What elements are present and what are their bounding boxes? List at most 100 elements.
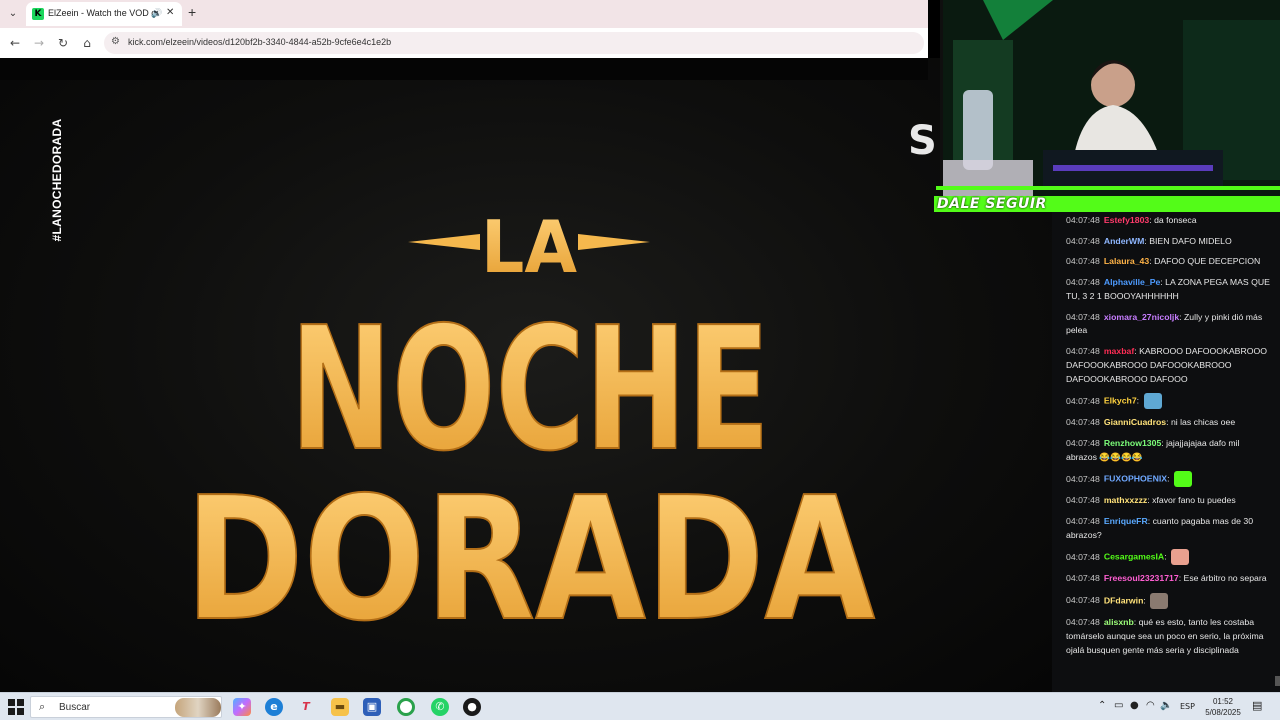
chat-timestamp: 04:07:48	[1066, 595, 1100, 606]
site-info-icon[interactable]: ⚙	[111, 36, 120, 47]
chat-username[interactable]: alisxnb	[1104, 617, 1134, 627]
chat-timestamp: 04:07:48	[1066, 551, 1100, 562]
webcam-frame-accent	[936, 186, 1280, 190]
chat-text: xfavor fano tu puedes	[1152, 495, 1236, 506]
chat-username[interactable]: AnderWM	[1104, 236, 1145, 246]
notifications-icon[interactable]: ▤	[1252, 699, 1262, 712]
chat-username[interactable]: GianniCuadros	[1104, 417, 1166, 427]
store-app-icon[interactable]: ▣	[363, 698, 381, 716]
search-placeholder: Buscar	[59, 702, 91, 713]
wifi-icon[interactable]: ◠	[1146, 700, 1155, 711]
hashtag-text: #LANOCHEDORADA	[50, 118, 64, 242]
chat-message: 04:07:48 mathxxzzz: xfavor fano tu puedes	[1066, 494, 1272, 508]
address-bar[interactable]: ⚙ kick.com/elzeein/videos/d120bf2b-3340-…	[104, 32, 924, 54]
home-button[interactable]: ⌂	[78, 34, 96, 52]
chat-timestamp: 04:07:48	[1066, 616, 1100, 627]
chat-timestamp: 04:07:48	[1066, 235, 1100, 246]
chat-emote-icon	[1150, 593, 1169, 610]
clock-date: 5/08/2025	[1205, 708, 1241, 717]
microphone-icon[interactable]: ●	[1130, 700, 1139, 711]
chat-separator: :	[1164, 551, 1170, 562]
chat-timestamp: 04:07:48	[1066, 277, 1100, 288]
file-explorer-icon[interactable]: ▬	[331, 698, 349, 716]
title-line-2: NOCHE	[290, 291, 770, 489]
forward-button[interactable]: →	[30, 34, 48, 52]
chat-text: ni las chicas oee	[1170, 417, 1236, 428]
chat-username[interactable]: FUXOPHOENIX	[1104, 474, 1167, 484]
chat-message: 04:07:48 CesargamesIA:	[1066, 549, 1272, 566]
chat-timestamp: 04:07:48	[1066, 515, 1100, 526]
chat-timestamp: 04:07:48	[1066, 495, 1100, 506]
title-line-3: DORADA	[185, 461, 875, 640]
language-indicator[interactable]: ESP	[1180, 702, 1195, 711]
follow-banner: DALE SEGUIR	[934, 196, 1280, 212]
chat-emote-icon	[1143, 393, 1162, 410]
copilot-app-icon[interactable]: ✦	[233, 698, 251, 716]
title-arrow-left	[408, 234, 480, 250]
back-button[interactable]: ←	[6, 34, 24, 52]
chat-message: 04:07:48 EnriqueFR: cuanto pagaba mas de …	[1066, 515, 1272, 543]
chat-separator: :	[1136, 395, 1142, 406]
reload-button[interactable]: ↻	[54, 34, 72, 52]
chat-message: 04:07:48 AnderWM: BIEN DAFO MIDELO	[1066, 235, 1272, 249]
audio-playing-icon[interactable]: 🔊	[151, 8, 162, 19]
browser-toolbar: ← → ↻ ⌂ ⚙ kick.com/elzeein/videos/d120bf…	[0, 28, 928, 58]
system-clock[interactable]: 01:52 5/08/2025	[1200, 696, 1246, 718]
title-arrow-right	[578, 234, 650, 250]
chat-separator: :	[1167, 473, 1172, 484]
edge-app-icon[interactable]: e	[265, 698, 283, 716]
chat-message: 04:07:48 FUXOPHOENIX:	[1066, 471, 1272, 488]
taskbar-search[interactable]: ⌕ Buscar	[30, 696, 222, 718]
taskbar: ⌕ Buscar ✦ e T ▬ ▣ ✆ ● ⌃ ▭ ● ◠ 🔈 ESP 01:…	[0, 692, 1280, 720]
chat-message: 04:07:48 Elkych7:	[1066, 393, 1272, 410]
new-tab-button[interactable]: +	[188, 4, 196, 20]
text-app-icon[interactable]: T	[297, 698, 315, 716]
tab-active[interactable]: K ElZeein - Watch the VOD on 🔊 ✕	[26, 2, 182, 26]
chat-panel: 04:07:48 Estefy1803: da fonseca 04:07:48 An…	[1052, 212, 1280, 692]
chat-separator: :	[1143, 595, 1149, 606]
sponsor-logo-partial: S	[908, 118, 937, 164]
follow-banner-text: DALE SEGUIR	[937, 196, 1047, 212]
network-icon[interactable]: ▭	[1114, 700, 1123, 711]
windows-start-button[interactable]	[8, 699, 24, 715]
chat-username[interactable]: Estefy1803	[1104, 215, 1149, 225]
chat-username[interactable]: Freesoul23231717	[1104, 573, 1179, 583]
close-tab-icon[interactable]: ✕	[166, 7, 174, 18]
chat-timestamp: 04:07:48	[1066, 473, 1100, 484]
chat-username[interactable]: DFdarwin	[1104, 595, 1144, 605]
chat-username[interactable]: maxbaf	[1104, 346, 1134, 356]
address-url: kick.com/elzeein/videos/d120bf2b-3340-48…	[128, 37, 392, 47]
chat-scrollbar[interactable]	[1275, 676, 1280, 686]
tray-overflow-icon[interactable]: ⌃	[1098, 700, 1106, 711]
chat-username[interactable]: mathxxzzz	[1104, 495, 1147, 505]
obs-app-icon[interactable]: ●	[463, 698, 481, 716]
chat-message: 04:07:48 Freesoul23231717: Ese árbitro no…	[1066, 572, 1272, 586]
chat-message: 04:07:48 alisxnb: qué es esto, tanto les …	[1066, 616, 1272, 657]
chat-timestamp: 04:07:48	[1066, 215, 1100, 225]
chat-username[interactable]: Lalaura_43	[1104, 256, 1149, 266]
chat-username[interactable]: Alphaville_Pe	[1104, 277, 1161, 287]
chat-username[interactable]: xiomara_27nicoljk	[1104, 312, 1179, 322]
tab-strip: ⌄ K ElZeein - Watch the VOD on 🔊 ✕ +	[0, 0, 928, 28]
chat-timestamp: 04:07:48	[1066, 346, 1100, 357]
chrome-app-icon[interactable]	[397, 698, 415, 716]
chat-username[interactable]: Renzhow1305	[1104, 438, 1161, 448]
whatsapp-app-icon[interactable]: ✆	[431, 698, 449, 716]
chat-timestamp: 04:07:48	[1066, 437, 1100, 448]
chat-text: BIEN DAFO MIDELO	[1149, 235, 1232, 246]
screen: ⌄ K ElZeein - Watch the VOD on 🔊 ✕ + ← →…	[0, 0, 1280, 720]
hashtag-vertical: #LANOCHEDORADA	[50, 118, 64, 242]
chat-username[interactable]: CesargamesIA	[1104, 552, 1164, 562]
chat-message: 04:07:48 Renzhow1305: jajajjajajaa dafo m…	[1066, 437, 1272, 465]
tab-search-menu-icon[interactable]: ⌄	[4, 5, 22, 23]
chat-timestamp: 04:07:48	[1066, 417, 1100, 428]
chat-username[interactable]: EnriqueFR	[1104, 516, 1148, 526]
webcam-overlay	[940, 0, 1280, 196]
volume-icon[interactable]: 🔈	[1160, 700, 1172, 711]
chat-timestamp: 04:07:48	[1066, 256, 1100, 267]
browser-window: ⌄ K ElZeein - Watch the VOD on 🔊 ✕ + ← →…	[0, 0, 928, 58]
event-title-graphic: LA NOCHE DORADA	[184, 205, 876, 640]
chat-message: 04:07:48 xiomara_27nicoljk: Zully y pinki…	[1066, 311, 1272, 339]
chat-username[interactable]: Elkych7	[1104, 396, 1137, 406]
chat-timestamp: 04:07:48	[1066, 395, 1100, 406]
